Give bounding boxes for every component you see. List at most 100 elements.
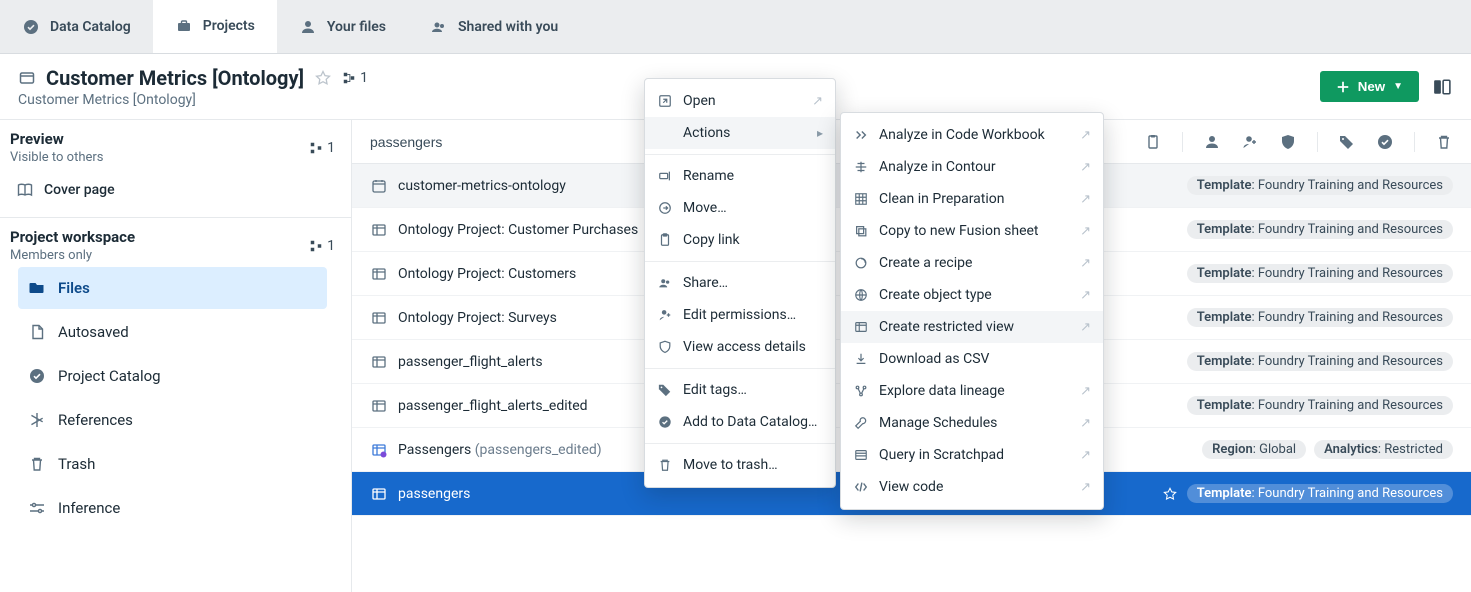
- dataset-icon: [370, 309, 388, 327]
- external-icon: ↗: [1080, 224, 1091, 239]
- analytics-badge[interactable]: Analytics: Restricted: [1314, 440, 1453, 459]
- template-badge[interactable]: Template: Foundry Training and Resources: [1187, 264, 1453, 283]
- sidebar-item-label: Inference: [58, 499, 120, 517]
- sidebar-item-cover-page[interactable]: Cover page: [10, 173, 335, 207]
- menu-move-trash[interactable]: Move to trash…: [645, 449, 835, 481]
- check-badge-icon: [22, 18, 40, 36]
- external-icon: ↗: [1080, 384, 1091, 399]
- template-badge[interactable]: Template: Foundry Training and Resources: [1187, 308, 1453, 327]
- submenu-view-code[interactable]: View code↗: [841, 471, 1103, 503]
- clipboard-icon[interactable]: [1144, 133, 1162, 151]
- sidebar-item-autosaved[interactable]: Autosaved: [18, 311, 327, 353]
- sidebar-item-label: References: [58, 411, 133, 429]
- context-menu: Open ↗ Actions ▸ Rename Move… Copy link …: [644, 78, 836, 488]
- preview-chip[interactable]: 1: [309, 140, 335, 156]
- template-badge[interactable]: Template: Foundry Training and Resources: [1187, 352, 1453, 371]
- submenu-download-csv[interactable]: Download as CSV: [841, 343, 1103, 375]
- tab-data-catalog[interactable]: Data Catalog: [0, 0, 153, 53]
- star-outline-icon[interactable]: [1163, 487, 1177, 501]
- external-icon: ↗: [1080, 448, 1091, 463]
- new-button[interactable]: New ▼: [1320, 71, 1419, 102]
- check-badge-icon[interactable]: [1376, 133, 1394, 151]
- template-badge[interactable]: Template: Foundry Training and Resources: [1187, 176, 1453, 195]
- submenu-code-workbook[interactable]: Analyze in Code Workbook↗: [841, 119, 1103, 151]
- sidebar-item-files[interactable]: Files: [18, 267, 327, 309]
- menu-copy-link[interactable]: Copy link: [645, 224, 835, 256]
- calendar-icon: [370, 177, 388, 195]
- menu-open[interactable]: Open ↗: [645, 85, 835, 117]
- project-icon: [18, 69, 36, 87]
- submenu-contour[interactable]: Analyze in Contour↗: [841, 151, 1103, 183]
- column-iconbar: [1144, 132, 1453, 152]
- copy-icon: [853, 223, 869, 239]
- tag-icon: [657, 382, 673, 398]
- rename-icon: [657, 168, 673, 184]
- external-icon: ↗: [1080, 416, 1091, 431]
- menu-actions[interactable]: Actions ▸: [645, 117, 835, 149]
- menu-view-access[interactable]: View access details: [645, 331, 835, 363]
- external-icon: ↗: [1080, 128, 1091, 143]
- submenu-object-type[interactable]: Create object type↗: [841, 279, 1103, 311]
- tab-label: Your files: [327, 19, 386, 35]
- menu-move[interactable]: Move…: [645, 192, 835, 224]
- forks-chip[interactable]: 1: [342, 70, 368, 86]
- template-badge[interactable]: Template: Foundry Training and Resources: [1187, 220, 1453, 239]
- trash-icon: [28, 455, 46, 473]
- submenu-schedules[interactable]: Manage Schedules↗: [841, 407, 1103, 439]
- clipboard-icon: [657, 232, 673, 248]
- submenu-fusion[interactable]: Copy to new Fusion sheet↗: [841, 215, 1103, 247]
- menu-share[interactable]: Share…: [645, 267, 835, 299]
- chevrons-icon: [853, 127, 869, 143]
- template-badge[interactable]: Template: Foundry Training and Resources: [1187, 396, 1453, 415]
- check-badge-icon: [28, 367, 46, 385]
- tab-projects[interactable]: Projects: [153, 0, 277, 53]
- sidebar: Preview Visible to others 1 Cover page P…: [0, 120, 352, 592]
- caret-right-icon: ▸: [817, 126, 823, 140]
- external-icon: ↗: [812, 94, 823, 109]
- submenu-restricted-view[interactable]: Create restricted view↗: [841, 311, 1103, 343]
- workspace-heading: Project workspace: [10, 228, 135, 246]
- code-icon: [853, 479, 869, 495]
- person-plus-icon[interactable]: [1241, 133, 1259, 151]
- check-badge-icon: [657, 414, 673, 430]
- submenu-recipe[interactable]: Create a recipe↗: [841, 247, 1103, 279]
- page-title: Customer Metrics [Ontology]: [46, 66, 304, 90]
- panel-toggle-icon[interactable]: [1433, 78, 1451, 96]
- person-icon[interactable]: [1203, 133, 1221, 151]
- menu-edit-permissions[interactable]: Edit permissions…: [645, 299, 835, 331]
- sidebar-item-inference[interactable]: Inference: [18, 487, 327, 529]
- workspace-chip[interactable]: 1: [309, 238, 335, 254]
- tab-shared-with-you[interactable]: Shared with you: [408, 0, 580, 53]
- menu-edit-tags[interactable]: Edit tags…: [645, 374, 835, 406]
- sidebar-item-trash[interactable]: Trash: [18, 443, 327, 485]
- sidebar-item-project-catalog[interactable]: Project Catalog: [18, 355, 327, 397]
- breadcrumb[interactable]: Customer Metrics [Ontology]: [18, 92, 368, 108]
- trash-icon[interactable]: [1435, 133, 1453, 151]
- star-outline-icon[interactable]: [314, 69, 332, 87]
- submenu-scratchpad[interactable]: Query in Scratchpad↗: [841, 439, 1103, 471]
- globe-icon: [853, 287, 869, 303]
- trash-icon: [657, 457, 673, 473]
- menu-add-catalog[interactable]: Add to Data Catalog…: [645, 406, 835, 438]
- dataset-icon: [370, 485, 388, 503]
- tab-your-files[interactable]: Your files: [277, 0, 408, 53]
- region-badge[interactable]: Region: Global: [1202, 440, 1306, 459]
- forks-count: 1: [360, 70, 368, 86]
- dataset-icon: [370, 397, 388, 415]
- preview-sub: Visible to others: [10, 150, 104, 165]
- sidebar-item-label: Autosaved: [58, 323, 129, 341]
- preview-heading: Preview: [10, 130, 104, 148]
- submenu-preparation[interactable]: Clean in Preparation↗: [841, 183, 1103, 215]
- shield-icon[interactable]: [1279, 133, 1297, 151]
- tag-icon[interactable]: [1338, 133, 1356, 151]
- menu-rename[interactable]: Rename: [645, 160, 835, 192]
- dataset-icon: [370, 265, 388, 283]
- submenu-lineage[interactable]: Explore data lineage↗: [841, 375, 1103, 407]
- dataset-icon: [370, 353, 388, 371]
- open-icon: [657, 93, 673, 109]
- external-icon: ↗: [1080, 320, 1091, 335]
- template-badge[interactable]: Template: Foundry Training and Resources: [1187, 484, 1453, 503]
- person-icon: [299, 18, 317, 36]
- sidebar-item-references[interactable]: References: [18, 399, 327, 441]
- workspace-sub: Members only: [10, 248, 135, 263]
